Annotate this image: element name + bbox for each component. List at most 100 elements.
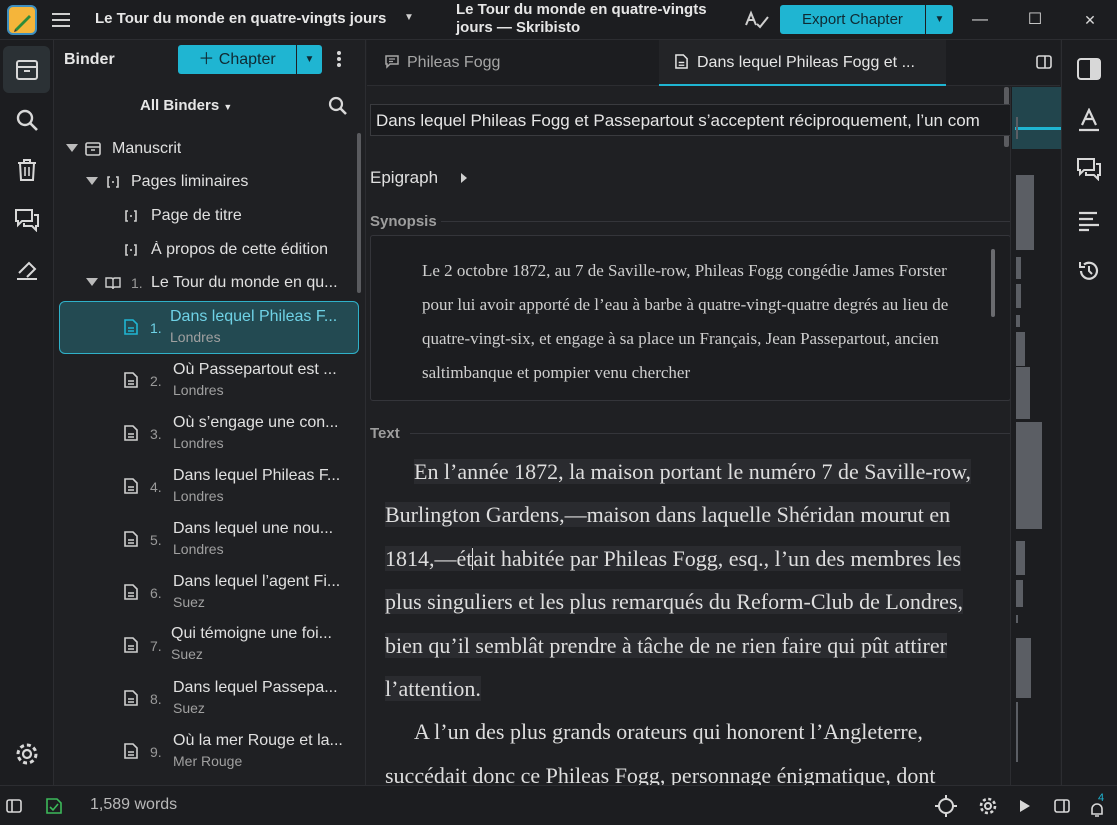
- spellcheck-icon[interactable]: [744, 9, 770, 31]
- comments-icon: [1077, 158, 1101, 181]
- add-chapter-button[interactable]: ＋ Chapter: [178, 45, 296, 74]
- toggle-right-panel-icon[interactable]: [1051, 795, 1073, 817]
- play-icon[interactable]: [1013, 795, 1035, 817]
- save-status-icon[interactable]: [43, 795, 65, 817]
- window-title: Le Tour du monde en quatre-vingts jours …: [456, 1, 707, 36]
- tree-item-pages-liminaires[interactable]: Pages liminaires: [55, 166, 360, 200]
- settings-icon[interactable]: [977, 795, 999, 817]
- tree-item-number: 9.: [150, 744, 162, 760]
- document-minimap[interactable]: [1010, 87, 1061, 785]
- document-icon: [124, 637, 138, 653]
- binder-panel: Binder ＋ Chapter ▼ All Binders ▼ Manuscr…: [55, 40, 366, 785]
- tree-item-chapter-7[interactable]: 7. Qui témoigne une foi... Suez: [55, 621, 360, 671]
- right-panel-icon: [1077, 58, 1101, 80]
- minimap-block: [1016, 638, 1031, 698]
- project-dropdown-icon[interactable]: ▼: [404, 12, 414, 23]
- chapter-title-input[interactable]: Dans lequel Phileas Fogg et Passepartout…: [370, 104, 1010, 136]
- tree-item-chapter-2[interactable]: 2. Où Passepartout est ... Londres: [55, 356, 360, 406]
- text-format-button[interactable]: [1074, 105, 1104, 135]
- document-icon: [124, 478, 138, 494]
- text-label: Text: [370, 425, 400, 442]
- trash-icon: [17, 158, 36, 181]
- minimap-block: [1016, 284, 1021, 308]
- minimize-button[interactable]: —: [968, 8, 992, 32]
- binder-filter-dropdown[interactable]: All Binders ▼: [140, 97, 232, 114]
- tree-item-chapter-1[interactable]: 1. Dans lequel Phileas F... Londres: [55, 303, 360, 353]
- settings-rail-button[interactable]: [3, 730, 50, 777]
- tags-rail-button[interactable]: [3, 246, 50, 293]
- history-button[interactable]: [1074, 256, 1104, 286]
- export-dropdown-button[interactable]: ▼: [926, 5, 953, 34]
- tree-item-a-propos[interactable]: À propos de cette édition: [55, 234, 360, 268]
- right-toolbar: [1061, 40, 1117, 785]
- synopsis-scrollbar[interactable]: [991, 249, 995, 317]
- document-icon: [124, 743, 138, 759]
- epigraph-toggle[interactable]: Epigraph: [370, 168, 438, 188]
- tree-item-chapter-6[interactable]: 6. Dans lequel l’agent Fi... Suez: [55, 568, 360, 618]
- tree-item-manuscrit[interactable]: Manuscrit: [55, 133, 360, 167]
- document-icon: [124, 531, 138, 547]
- tab-phileas-fogg[interactable]: Phileas Fogg: [385, 40, 500, 86]
- tree-item-chapter-3[interactable]: 3. Où s’engage une con... Londres: [55, 409, 360, 459]
- synopsis-editor[interactable]: Le 2 octobre 1872, au 7 de Saville-row, …: [370, 235, 1010, 401]
- add-chapter-dropdown-button[interactable]: ▼: [297, 45, 322, 74]
- binder-rail-button[interactable]: [3, 46, 50, 93]
- minimap-block: [1016, 702, 1018, 762]
- app-logo-icon[interactable]: [7, 5, 37, 35]
- epigraph-expand-icon[interactable]: [461, 173, 467, 183]
- tree-item-label: Dans lequel Passepa...: [173, 679, 338, 696]
- tree-item-label: Où la mer Rouge et la...: [173, 732, 343, 749]
- trash-rail-button[interactable]: [3, 146, 50, 193]
- tab-chapter-1[interactable]: Dans lequel Phileas Fogg et ...: [659, 40, 946, 86]
- tree-item-chapter-8[interactable]: 8. Dans lequel Passepa... Suez: [55, 674, 360, 724]
- comments-rail-button[interactable]: [3, 196, 50, 243]
- tree-item-book[interactable]: 1. Le Tour du monde en qu...: [55, 267, 360, 301]
- archive-icon: [85, 142, 101, 156]
- comments-button[interactable]: [1074, 154, 1104, 184]
- main-menu-icon[interactable]: [50, 9, 72, 31]
- binder-search-icon[interactable]: [328, 96, 348, 119]
- tree-item-sublabel: Mer Rouge: [173, 753, 243, 769]
- paragraph-2[interactable]: A l’un des plus grands orateurs qui hono…: [385, 710, 983, 785]
- synopsis-text[interactable]: Le 2 octobre 1872, au 7 de Saville-row, …: [422, 254, 967, 390]
- minimap-block: [1016, 257, 1021, 279]
- minimap-block: [1016, 422, 1042, 529]
- tree-item-number: 1.: [131, 275, 143, 291]
- project-title[interactable]: Le Tour du monde en quatre-vingts jours: [95, 10, 386, 27]
- sidebar-toggle-button[interactable]: [1074, 54, 1104, 84]
- export-chapter-button[interactable]: Export Chapter: [780, 5, 925, 34]
- toggle-left-panel-icon[interactable]: [3, 795, 25, 817]
- outline-icon: [1079, 211, 1099, 232]
- tree-item-page-de-titre[interactable]: Page de titre: [55, 200, 360, 234]
- close-button[interactable]: ✕: [1078, 8, 1102, 32]
- tree-item-chapter-4[interactable]: 4. Dans lequel Phileas F... Londres: [55, 462, 360, 512]
- comments-icon: [14, 208, 39, 232]
- expand-arrow-icon[interactable]: [86, 278, 98, 286]
- binder-menu-icon[interactable]: [334, 49, 344, 69]
- document-icon: [124, 584, 138, 600]
- binder-heading: Binder: [64, 51, 115, 68]
- eraser-icon: [16, 261, 37, 280]
- chapter-text-editor[interactable]: En l’année 1872, la maison portant le nu…: [385, 450, 983, 785]
- tree-item-label: Le Tour du monde en qu...: [151, 274, 338, 291]
- maximize-button[interactable]: ☐: [1023, 8, 1047, 32]
- tree-item-number: 7.: [150, 638, 162, 654]
- notifications-icon[interactable]: [1086, 799, 1108, 821]
- search-rail-button[interactable]: [3, 96, 50, 143]
- split-view-icon[interactable]: [1036, 55, 1052, 72]
- paragraph-1[interactable]: En l’année 1872, la maison portant le nu…: [385, 450, 983, 710]
- focus-mode-icon[interactable]: [935, 795, 957, 817]
- text-divider: [410, 433, 1010, 434]
- book-icon: [105, 277, 121, 290]
- expand-arrow-icon[interactable]: [66, 144, 78, 152]
- tree-item-chapter-9[interactable]: 9. Où la mer Rouge et la... Mer Rouge: [55, 727, 360, 777]
- section-icon: [125, 244, 137, 256]
- tree-item-number: 6.: [150, 585, 162, 601]
- minimap-viewport[interactable]: [1012, 87, 1061, 149]
- outline-button[interactable]: [1074, 206, 1104, 236]
- tree-item-sublabel: Londres: [173, 382, 224, 398]
- tree-item-chapter-5[interactable]: 5. Dans lequel une nou... Londres: [55, 515, 360, 565]
- expand-arrow-icon[interactable]: [86, 177, 98, 185]
- editor-tabs: Phileas Fogg Dans lequel Phileas Fogg et…: [367, 40, 1060, 86]
- minimap-cursor-line: [1015, 127, 1061, 130]
